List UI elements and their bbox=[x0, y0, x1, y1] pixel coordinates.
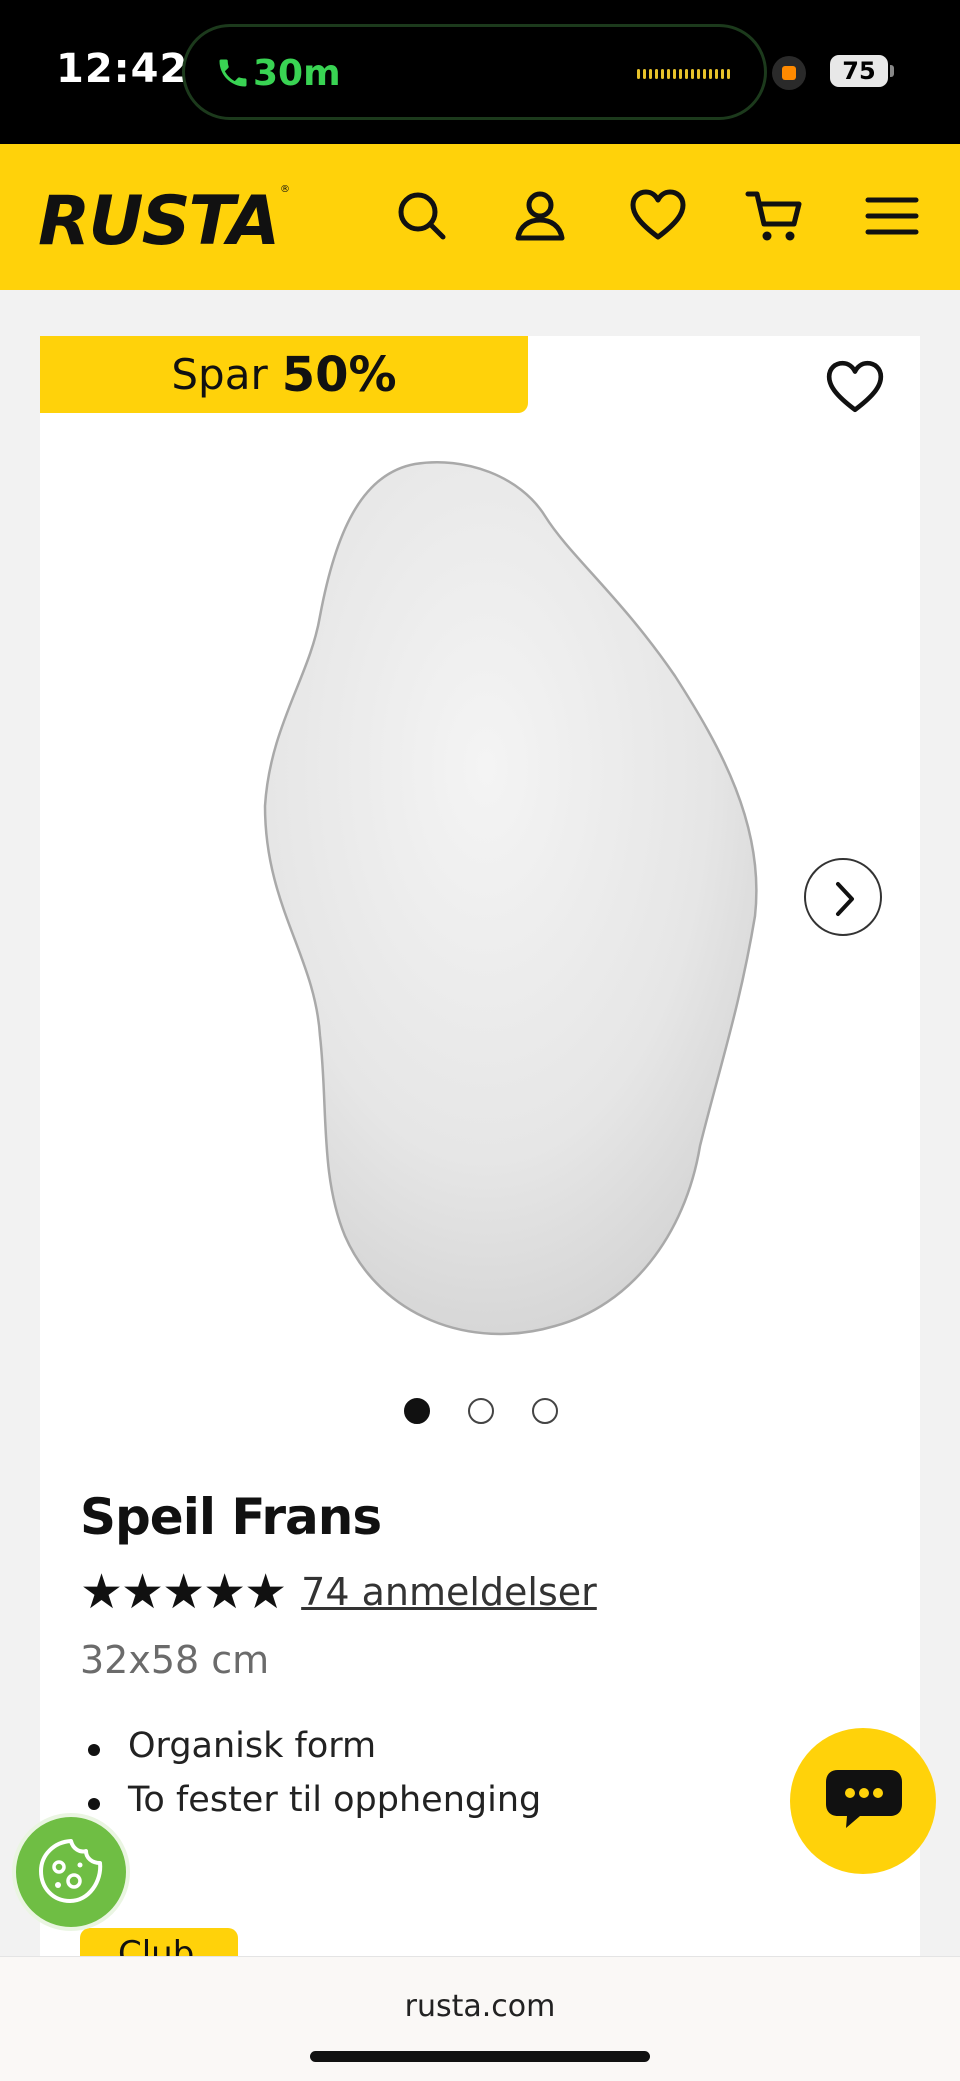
feature-item: Organisk form bbox=[80, 1726, 541, 1766]
star-rating-icon: ★★★★★ bbox=[80, 1564, 287, 1620]
url-bar[interactable]: rusta.com bbox=[0, 1989, 960, 2024]
site-header: RUSTA ® bbox=[0, 144, 960, 290]
browser-bottom-bar: rusta.com bbox=[0, 1956, 960, 2081]
phone-icon bbox=[219, 59, 247, 87]
next-image-button[interactable] bbox=[804, 858, 882, 936]
carousel-dot-2[interactable] bbox=[468, 1398, 494, 1424]
audio-wave-icon bbox=[637, 67, 733, 81]
cookie-settings-button[interactable] bbox=[12, 1813, 130, 1931]
product-title: Speil Frans bbox=[80, 1488, 382, 1546]
product-image-mirror[interactable] bbox=[220, 446, 780, 1386]
feature-item: To fester til opphenging bbox=[80, 1780, 541, 1820]
carousel-dot-1[interactable] bbox=[404, 1398, 430, 1424]
call-duration: 30m bbox=[253, 53, 341, 94]
discount-value: 50% bbox=[281, 346, 397, 403]
product-card: Spar 50% Speil Frans ★★★★★ 74 anmeldelse… bbox=[40, 336, 920, 1968]
battery-level: 75 bbox=[830, 55, 888, 87]
registered-mark: ® bbox=[280, 184, 290, 195]
chat-button[interactable] bbox=[790, 1728, 936, 1874]
add-to-wishlist-heart-icon[interactable] bbox=[824, 356, 886, 418]
reviews-link[interactable]: 74 anmeldelser bbox=[301, 1570, 597, 1614]
search-icon[interactable] bbox=[392, 186, 452, 246]
image-carousel-dots bbox=[404, 1398, 558, 1424]
cookie-icon bbox=[39, 1839, 103, 1903]
discount-label: Spar bbox=[171, 350, 268, 399]
cart-icon[interactable] bbox=[744, 186, 804, 246]
product-rating: ★★★★★ 74 anmeldelser bbox=[80, 1564, 597, 1620]
account-icon[interactable] bbox=[510, 186, 570, 246]
feature-list: Organisk form To fester til opphenging bbox=[80, 1726, 541, 1834]
product-size: 32x58 cm bbox=[80, 1638, 270, 1682]
chat-bubble-icon bbox=[826, 1770, 902, 1828]
battery-tip-icon bbox=[890, 65, 894, 77]
clock: 12:42 bbox=[56, 46, 189, 92]
home-indicator[interactable] bbox=[310, 2051, 650, 2062]
discount-badge: Spar 50% bbox=[40, 336, 528, 413]
menu-icon[interactable] bbox=[862, 186, 922, 246]
wishlist-icon[interactable] bbox=[628, 186, 688, 246]
status-bar: 12:42 30m 75 bbox=[0, 0, 960, 144]
dynamic-island-call[interactable]: 30m bbox=[182, 24, 767, 120]
rusta-logo[interactable]: RUSTA bbox=[38, 182, 280, 261]
chevron-right-icon bbox=[836, 882, 854, 916]
recording-indicator-icon bbox=[772, 56, 806, 90]
carousel-dot-3[interactable] bbox=[532, 1398, 558, 1424]
